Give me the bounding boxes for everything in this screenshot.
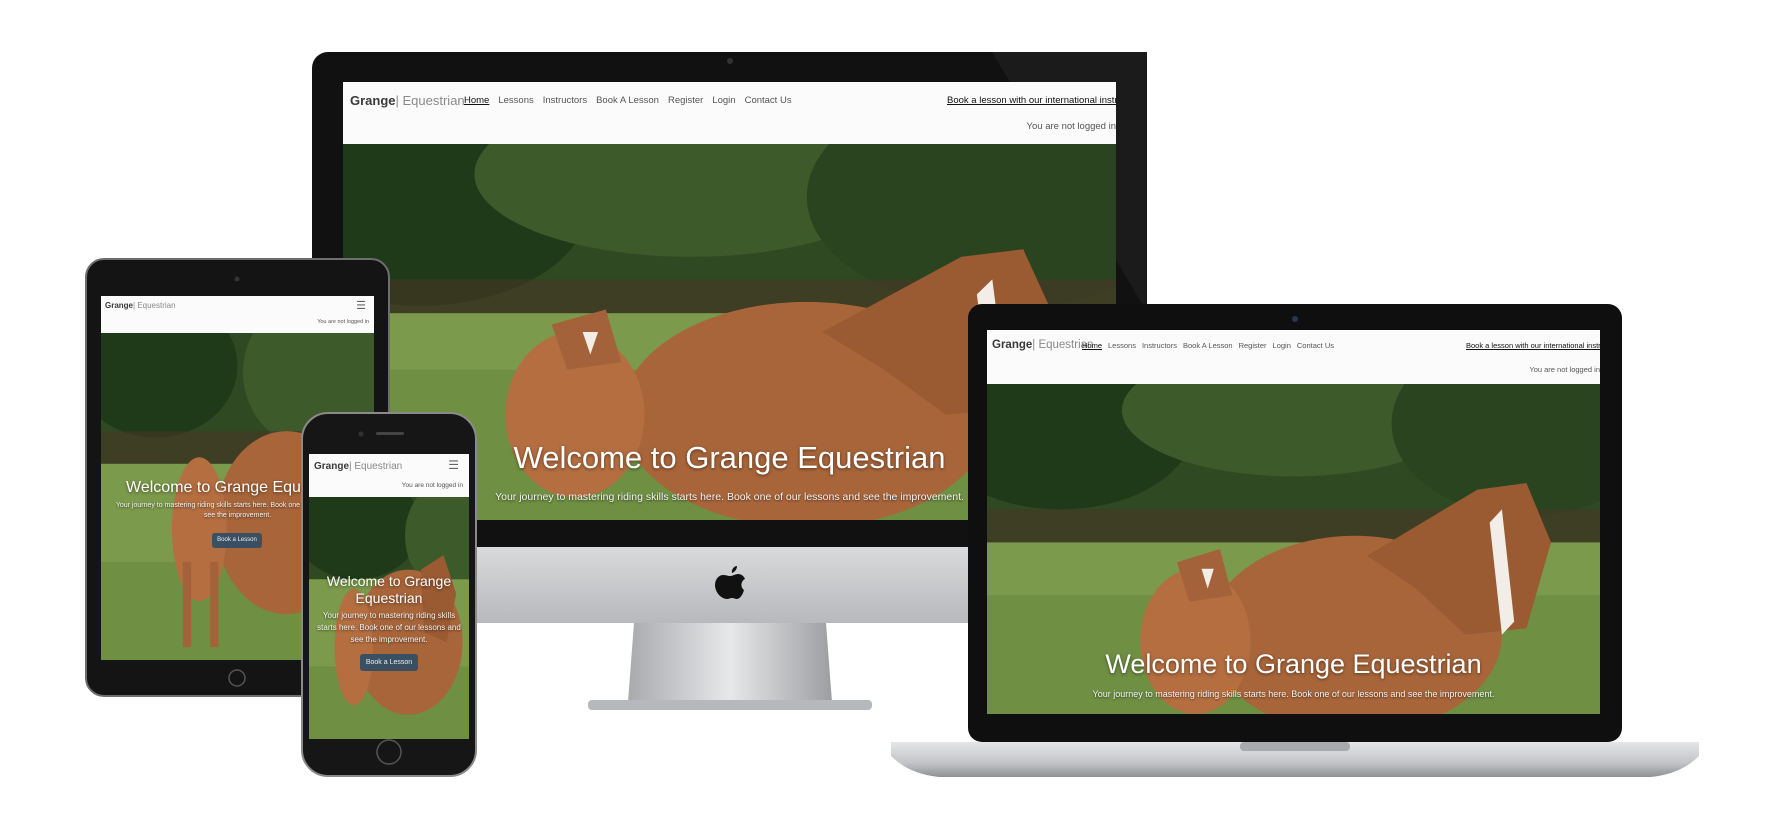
responsive-mockup: Grange| Equestrian Home Lessons Instruct… xyxy=(0,0,1768,824)
hero-subtitle: Your journey to mastering riding skills … xyxy=(317,611,461,644)
book-lesson-button[interactable]: Book a Lesson xyxy=(360,654,418,671)
hamburger-menu-icon[interactable]: ☰ xyxy=(448,458,459,472)
nav-register[interactable]: Register xyxy=(668,95,703,106)
hamburger-menu-icon[interactable]: ☰ xyxy=(356,299,366,312)
laptop: Grange| Equestrian Home Lessons Instruct… xyxy=(891,304,1699,777)
nav-menu: Home Lessons Instructors Book A Lesson R… xyxy=(464,95,792,106)
navbar: Grange| Equestrian Home Lessons Instruct… xyxy=(987,330,1600,384)
brand-name: Grange xyxy=(350,93,396,108)
nav-book-a-lesson[interactable]: Book A Lesson xyxy=(1183,341,1233,350)
nav-instructors[interactable]: Instructors xyxy=(1142,341,1177,350)
brand-logo[interactable]: Grange| Equestrian xyxy=(992,339,1093,351)
nav-book-a-lesson[interactable]: Book A Lesson xyxy=(596,95,659,106)
login-status: You are not logged in xyxy=(401,482,463,489)
navbar: Grange| Equestrian Home Lessons Instruct… xyxy=(343,82,1116,144)
nav-contact-us[interactable]: Contact Us xyxy=(1297,341,1334,350)
login-status: You are not logged in xyxy=(1026,121,1116,132)
brand-name: Grange xyxy=(992,339,1033,351)
phone: Grange| Equestrian ☰ You are not logged … xyxy=(301,412,477,777)
hero-section: Welcome to Grange Equestrian Your journe… xyxy=(309,497,469,739)
brand-subtitle: | Equestrian xyxy=(395,93,465,108)
hero-subtitle: Your journey to mastering riding skills … xyxy=(1092,689,1495,699)
navbar: Grange| Equestrian ☰ You are not logged … xyxy=(101,296,374,333)
nav-lessons[interactable]: Lessons xyxy=(498,95,533,106)
brand-logo[interactable]: Grange| Equestrian xyxy=(105,301,176,310)
nav-login[interactable]: Login xyxy=(1273,341,1291,350)
nav-instructors[interactable]: Instructors xyxy=(543,95,587,106)
brand-subtitle: | Equestrian xyxy=(133,301,176,310)
navbar: Grange| Equestrian ☰ You are not logged … xyxy=(309,454,469,497)
login-status: You are not logged in xyxy=(317,319,369,325)
nav-contact-us[interactable]: Contact Us xyxy=(745,95,792,106)
nav-register[interactable]: Register xyxy=(1239,341,1267,350)
book-lesson-button[interactable]: Book a Lesson xyxy=(212,533,262,548)
nav-home[interactable]: Home xyxy=(1082,341,1102,350)
brand-logo[interactable]: Grange| Equestrian xyxy=(314,461,402,472)
phone-screen: Grange| Equestrian ☰ You are not logged … xyxy=(309,454,469,739)
laptop-screen: Grange| Equestrian Home Lessons Instruct… xyxy=(987,330,1600,714)
hero-title: Welcome to Grange Equestrian xyxy=(1105,649,1482,679)
nav-menu: Home Lessons Instructors Book A Lesson R… xyxy=(1082,341,1334,350)
login-status: You are not logged in xyxy=(1529,365,1600,374)
hero-title: Welcome to Grange Equestrian xyxy=(326,573,452,606)
brand-logo[interactable]: Grange| Equestrian xyxy=(350,93,465,108)
nav-home[interactable]: Home xyxy=(464,95,489,106)
nav-lessons[interactable]: Lessons xyxy=(1108,341,1136,350)
promo-link[interactable]: Book a lesson with our international ins… xyxy=(947,95,1116,106)
apple-logo-icon xyxy=(715,566,745,599)
hero-section: Welcome to Grange Equestrian Your journe… xyxy=(987,384,1600,714)
brand-subtitle: | Equestrian xyxy=(349,461,403,472)
brand-name: Grange xyxy=(105,301,134,310)
nav-login[interactable]: Login xyxy=(712,95,735,106)
brand-name: Grange xyxy=(314,461,350,472)
promo-link[interactable]: Book a lesson with our international ins… xyxy=(1466,341,1600,350)
